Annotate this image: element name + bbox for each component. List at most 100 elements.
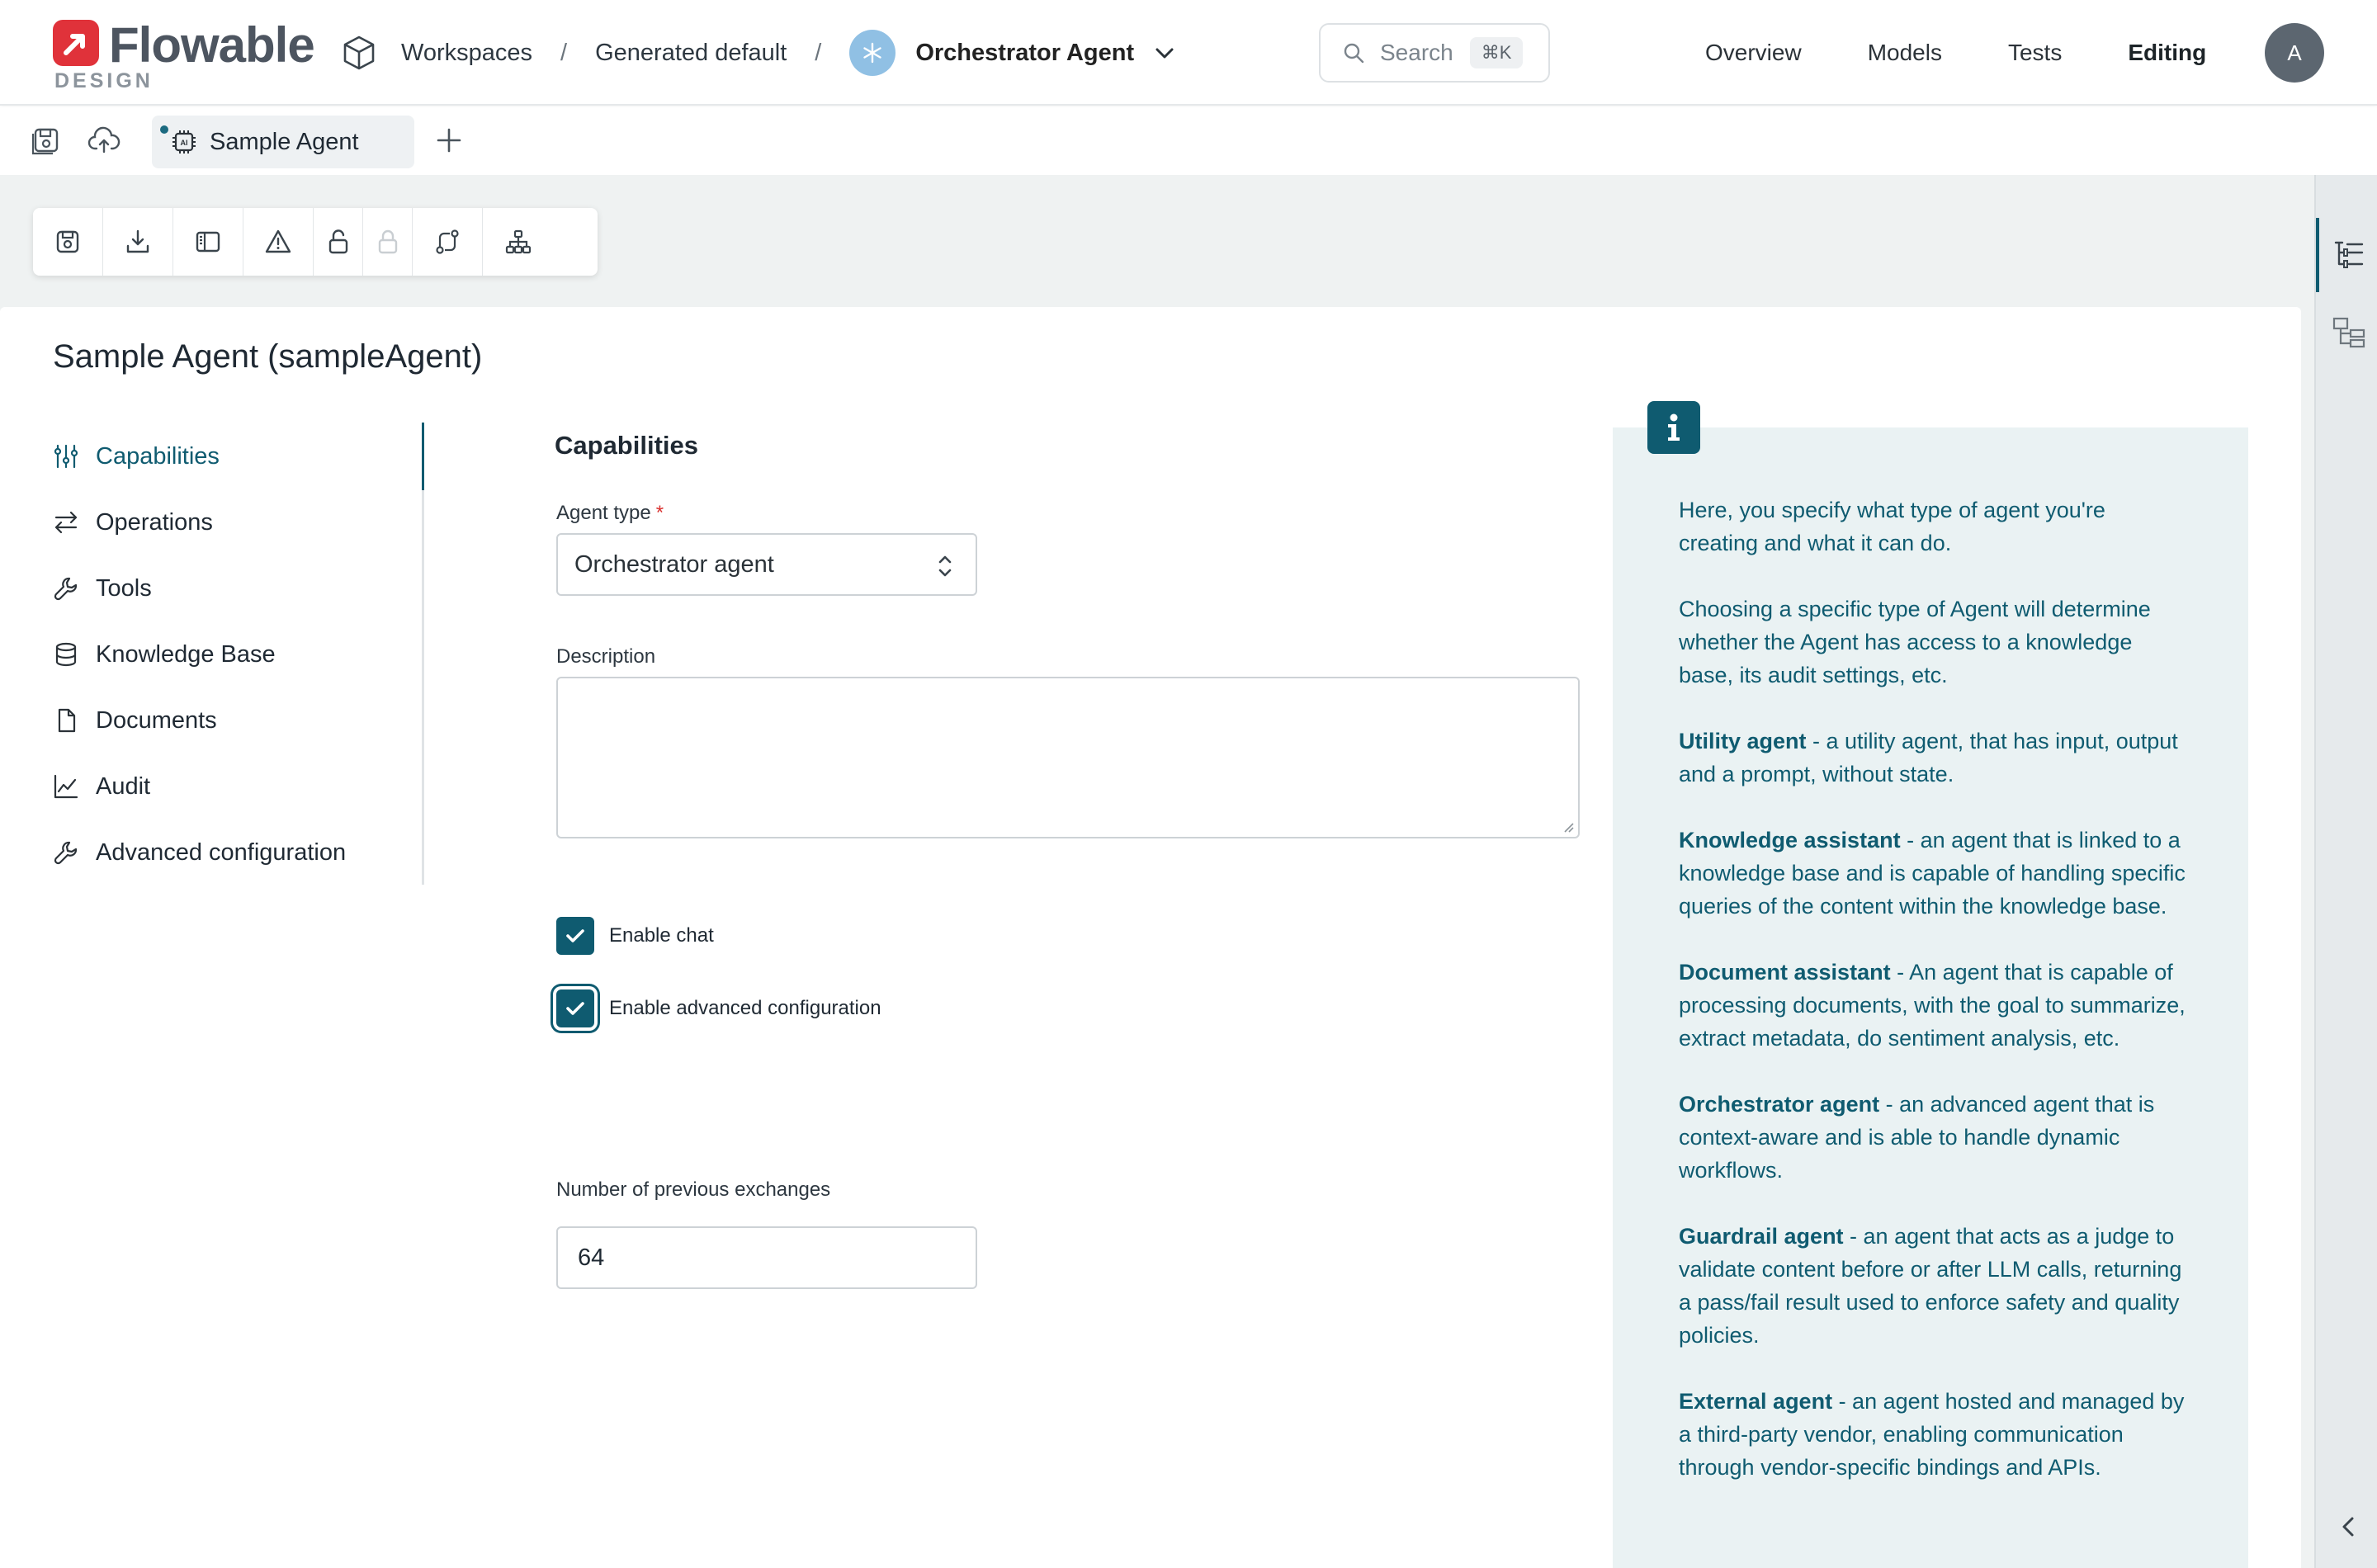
- enable-advanced-row[interactable]: Enable advanced configuration: [556, 987, 881, 1030]
- line-chart-icon: [54, 774, 78, 799]
- previous-exchanges-label: Number of previous exchanges: [556, 1178, 831, 1201]
- sidebar-item-label: Knowledge Base: [96, 640, 276, 668]
- toolbar-compare-button[interactable]: [413, 208, 483, 276]
- info-type-name: Utility agent: [1679, 729, 1807, 753]
- description-label: Description: [556, 645, 656, 668]
- search-icon: [1344, 43, 1364, 64]
- breadcrumb-separator: /: [815, 39, 822, 66]
- add-tab-icon[interactable]: [432, 124, 465, 157]
- required-marker: *: [655, 502, 664, 524]
- page-title: Sample Agent (sampleAgent): [53, 338, 483, 375]
- breadcrumb: Workspaces / Generated default / Orchest…: [340, 30, 1177, 76]
- enable-advanced-checkbox[interactable]: [556, 989, 594, 1027]
- sidebar-item-label: Operations: [96, 508, 213, 536]
- ai-chip-icon: AI: [172, 130, 196, 153]
- info-icon: [1647, 401, 1700, 454]
- wrench-icon: [54, 577, 78, 601]
- info-type: Knowledge assistant - an agent that is l…: [1679, 824, 2190, 923]
- checkmark-icon: [566, 929, 584, 942]
- cube-icon: [343, 35, 375, 70]
- compare-icon: [436, 229, 459, 254]
- sidebar-item-documents[interactable]: Documents: [53, 700, 217, 741]
- sidebar-item-tools[interactable]: Tools: [53, 568, 152, 609]
- info-intro: Here, you specify what type of agent you…: [1679, 498, 2105, 555]
- tab-sample-agent[interactable]: AI Sample Agent: [152, 116, 414, 168]
- download-icon: [126, 229, 149, 253]
- model-toolbar: [33, 208, 598, 276]
- sidebar-item-audit[interactable]: Audit: [53, 766, 150, 807]
- outline-tree-icon[interactable]: [2331, 238, 2367, 274]
- search-placeholder: Search: [1380, 40, 1453, 65]
- flowable-logo[interactable]: Flowable DESIGN: [53, 17, 317, 92]
- save-all-icon[interactable]: [30, 124, 63, 157]
- nav-models[interactable]: Models: [1868, 40, 1942, 66]
- tab-label: Sample Agent: [210, 128, 359, 155]
- toolbar-validate-button[interactable]: [243, 208, 314, 276]
- agent-avatar-icon: [849, 30, 896, 76]
- sidebar-item-operations[interactable]: Operations: [53, 502, 213, 543]
- enable-chat-checkbox[interactable]: [556, 917, 594, 955]
- warning-icon: [265, 229, 291, 253]
- section-title: Capabilities: [555, 431, 698, 460]
- top-navigation: Overview Models Tests Editing: [1705, 30, 2272, 76]
- info-type-name: Document assistant: [1679, 960, 1891, 985]
- top-header: Flowable DESIGN Workspaces / Generated d…: [0, 0, 2377, 106]
- chevron-left-icon[interactable]: [2331, 1509, 2367, 1545]
- lock-icon: [378, 229, 397, 254]
- sidebar-item-capabilities[interactable]: Capabilities: [53, 436, 220, 477]
- sidebar-item-label: Audit: [96, 772, 151, 800]
- sidebar-item-label: Documents: [96, 706, 217, 734]
- info-type: Guardrail agent - an agent that acts as …: [1679, 1220, 2190, 1352]
- info-choosing: Choosing a specific type of Agent will d…: [1679, 597, 2151, 687]
- hierarchy-icon: [505, 229, 531, 254]
- info-type-name: External agent: [1679, 1389, 1833, 1414]
- breadcrumb-workspace[interactable]: Generated default: [595, 40, 787, 67]
- enable-chat-row[interactable]: Enable chat: [556, 914, 714, 957]
- sliders-icon: [54, 444, 78, 469]
- info-type-name: Orchestrator agent: [1679, 1092, 1880, 1117]
- breadcrumb-workspaces[interactable]: Workspaces: [401, 40, 532, 67]
- toolbar-layout-button[interactable]: [173, 208, 243, 276]
- previous-exchanges-input[interactable]: 64: [556, 1226, 977, 1289]
- info-type: External agent - an agent hosted and man…: [1679, 1385, 2190, 1484]
- toolbar-hierarchy-button[interactable]: [483, 208, 553, 276]
- agent-type-label-text: Agent type: [556, 502, 651, 524]
- save-icon: [56, 230, 79, 253]
- logo-wordmark: Flowable: [109, 17, 315, 73]
- toolbar-lock-button: [363, 208, 413, 276]
- search-input[interactable]: Search ⌘K: [1319, 23, 1550, 83]
- database-icon: [55, 642, 77, 667]
- search-shortcut: ⌘K: [1469, 37, 1524, 68]
- enable-advanced-label: Enable advanced configuration: [609, 997, 881, 1019]
- structure-panel-icon[interactable]: [2331, 314, 2367, 350]
- description-textarea[interactable]: [556, 677, 1580, 838]
- toolbar-unlock-button[interactable]: [314, 208, 363, 276]
- breadcrumb-separator: /: [560, 39, 568, 66]
- sidebar-item-label: Advanced configuration: [96, 838, 347, 866]
- resize-grip-icon[interactable]: [1562, 820, 1575, 834]
- info-type-name: Knowledge assistant: [1679, 828, 1901, 852]
- nav-tests[interactable]: Tests: [2008, 40, 2062, 66]
- info-type: Orchestrator agent - an advanced agent t…: [1679, 1088, 2190, 1187]
- chevron-down-icon[interactable]: [1152, 40, 1177, 65]
- nav-overview[interactable]: Overview: [1705, 40, 1802, 66]
- document-icon: [58, 708, 76, 733]
- info-type: Document assistant - An agent that is ca…: [1679, 956, 2190, 1055]
- toolbar-download-button[interactable]: [103, 208, 173, 276]
- user-avatar[interactable]: A: [2265, 23, 2324, 83]
- agent-type-select[interactable]: Orchestrator agent: [556, 533, 977, 596]
- editor-panel: Sample Agent (sampleAgent) Capabilities …: [0, 307, 2301, 1568]
- info-text: Here, you specify what type of agent you…: [1679, 494, 2190, 1517]
- logo-subtitle: DESIGN: [54, 69, 154, 92]
- wrench-icon: [54, 841, 78, 865]
- checkmark-icon: [566, 1002, 584, 1015]
- sidebar-item-advanced-configuration[interactable]: Advanced configuration: [53, 832, 346, 873]
- nav-editing[interactable]: Editing: [2128, 40, 2206, 66]
- cloud-upload-icon[interactable]: [87, 124, 121, 157]
- sidebar-item-knowledge-base[interactable]: Knowledge Base: [53, 634, 276, 675]
- editor-tab-bar: AI Sample Agent: [0, 107, 2377, 175]
- breadcrumb-agent[interactable]: Orchestrator Agent: [915, 40, 1134, 67]
- toolbar-save-button[interactable]: [33, 208, 103, 276]
- svg-text:AI: AI: [181, 139, 188, 147]
- sidebar-item-label: Tools: [96, 574, 152, 602]
